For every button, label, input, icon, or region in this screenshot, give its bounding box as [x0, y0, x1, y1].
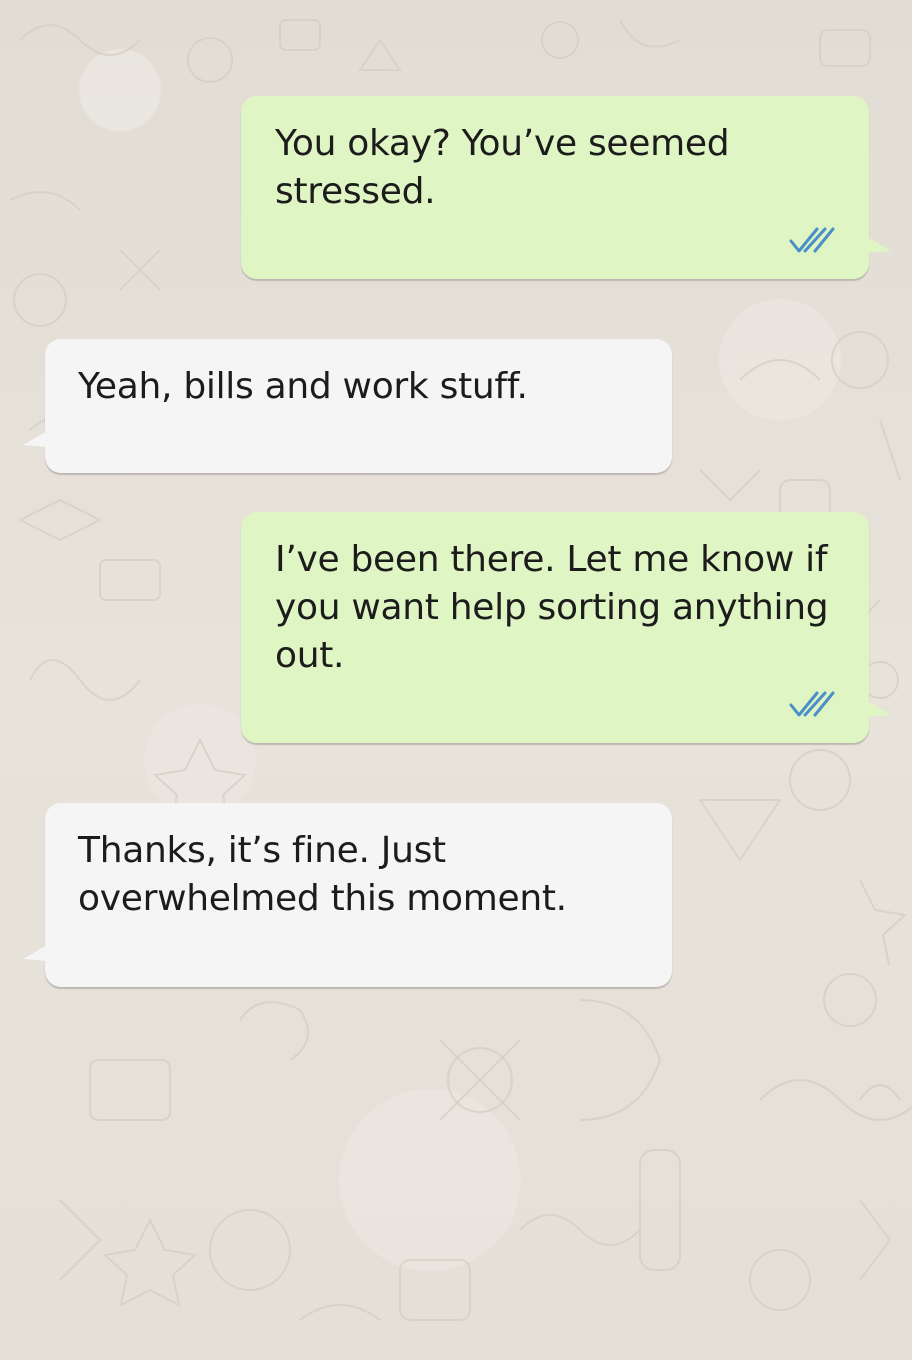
double-check-icon [789, 691, 835, 717]
bubble-tail [867, 701, 891, 717]
message-text: Yeah, bills and work stuff. [78, 366, 528, 407]
double-check-icon [789, 227, 835, 253]
incoming-message[interactable]: Thanks, it’s fine. Just overwhelmed this… [23, 803, 672, 987]
message-text: I’ve been there. Let me know if you want… [275, 539, 840, 676]
bubble-tail [23, 945, 47, 961]
bubble-tail [867, 237, 891, 253]
bubble-tail [23, 431, 47, 447]
outgoing-message[interactable]: You okay? You’ve seemed stressed. [241, 96, 891, 279]
outgoing-message[interactable]: I’ve been there. Let me know if you want… [241, 512, 891, 743]
message-text: Thanks, it’s fine. Just overwhelmed this… [78, 830, 567, 919]
incoming-message[interactable]: Yeah, bills and work stuff. [23, 339, 672, 473]
message-text: You okay? You’ve seemed stressed. [275, 123, 741, 212]
